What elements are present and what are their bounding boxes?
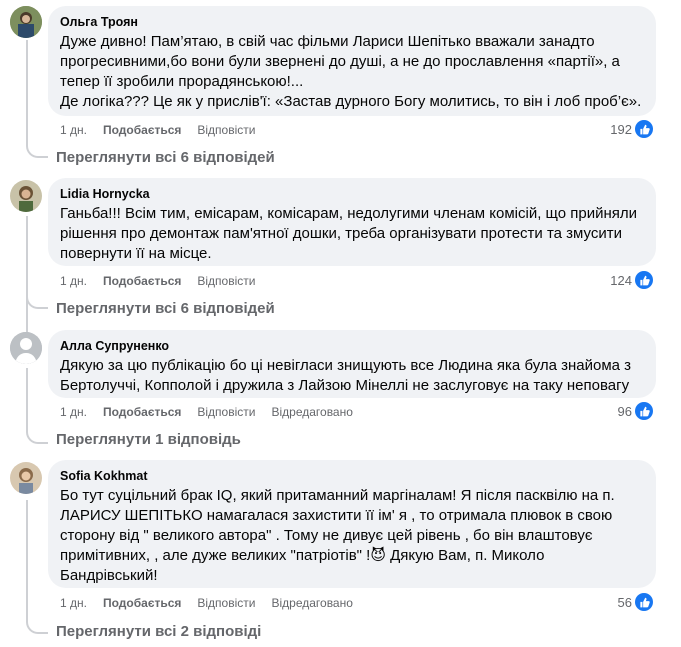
reaction-count[interactable]: 96 bbox=[618, 402, 653, 420]
thread-line bbox=[26, 368, 28, 430]
like-button[interactable]: Подобається bbox=[103, 595, 181, 611]
comment-actions: 1 дн. Подобається Відповісти bbox=[60, 122, 255, 138]
reaction-count-value: 56 bbox=[617, 594, 632, 610]
thread-line bbox=[26, 216, 28, 340]
like-button[interactable]: Подобається bbox=[103, 404, 181, 420]
thread-connector bbox=[26, 620, 48, 634]
user-silhouette-icon[interactable] bbox=[10, 332, 42, 364]
comment-time[interactable]: 1 дн. bbox=[60, 273, 87, 289]
comment-time[interactable]: 1 дн. bbox=[60, 122, 87, 138]
reply-button[interactable]: Відповісти bbox=[197, 595, 255, 611]
comment-bubble: Алла Супруненко Дякую за цю публікацію б… bbox=[48, 330, 656, 398]
reply-button[interactable]: Відповісти bbox=[197, 122, 255, 138]
reaction-count[interactable]: 124 bbox=[610, 271, 653, 289]
comment-author[interactable]: Sofia Kokhmat bbox=[60, 468, 644, 484]
comment-text: Дуже дивно! Пам’ятаю, в свій час фільми … bbox=[60, 33, 642, 110]
comment-bubble: Ольга Троян Дуже дивно! Пам’ятаю, в свій… bbox=[48, 6, 656, 116]
reaction-count[interactable]: 56 bbox=[618, 593, 653, 611]
comment-bubble: Lidia Hornycka Ганьба!!! Всім тим, еміса… bbox=[48, 178, 656, 266]
reaction-count-value: 96 bbox=[617, 403, 632, 419]
edited-label: Відредаговано bbox=[271, 596, 353, 610]
reply-button[interactable]: Відповісти bbox=[197, 273, 255, 289]
thread-line bbox=[26, 40, 28, 144]
comment-author[interactable]: Lidia Hornycka bbox=[60, 186, 644, 202]
avatar[interactable] bbox=[10, 6, 42, 38]
thumbs-up-icon bbox=[635, 120, 653, 138]
thumbs-up-icon bbox=[635, 402, 653, 420]
comment-text: Дякую за цю публікацію бо ці невігласи з… bbox=[60, 357, 632, 394]
comment-actions: 1 дн. Подобається Відповісти Відредагова… bbox=[60, 404, 353, 420]
comment-time[interactable]: 1 дн. bbox=[60, 595, 87, 611]
comment-bubble: Sofia Kokhmat Бо тут суцільний брак IQ, … bbox=[48, 460, 656, 588]
thread-connector bbox=[26, 430, 48, 444]
thread-line bbox=[26, 500, 28, 620]
like-button[interactable]: Подобається bbox=[103, 122, 181, 138]
avatar[interactable] bbox=[10, 462, 42, 494]
comment-text: Ганьба!!! Всім тим, емісарам, комісарам,… bbox=[60, 205, 637, 262]
view-replies-link[interactable]: Переглянути всі 2 відповіді bbox=[56, 622, 261, 642]
comment-actions: 1 дн. Подобається Відповісти bbox=[60, 273, 255, 289]
like-button[interactable]: Подобається bbox=[103, 273, 181, 289]
comment-time[interactable]: 1 дн. bbox=[60, 404, 87, 420]
edited-label: Відредаговано bbox=[271, 405, 353, 419]
reply-button[interactable]: Відповісти bbox=[197, 404, 255, 420]
reaction-count-value: 192 bbox=[610, 121, 632, 137]
reaction-count[interactable]: 192 bbox=[610, 120, 653, 138]
view-replies-link[interactable]: Переглянути 1 відповідь bbox=[56, 430, 241, 450]
thread-connector bbox=[26, 295, 48, 309]
comment-text: Бо тут суцільний брак IQ, який притаманн… bbox=[60, 487, 615, 584]
avatar[interactable] bbox=[10, 180, 42, 212]
thumbs-up-icon bbox=[635, 271, 653, 289]
thumbs-up-icon bbox=[635, 593, 653, 611]
comment-author[interactable]: Ольга Троян bbox=[60, 14, 644, 30]
reaction-count-value: 124 bbox=[610, 272, 632, 288]
comment-actions: 1 дн. Подобається Відповісти Відредагова… bbox=[60, 595, 353, 611]
comment-author[interactable]: Алла Супруненко bbox=[60, 338, 644, 354]
view-replies-link[interactable]: Переглянути всі 6 відповідей bbox=[56, 148, 275, 168]
view-replies-link[interactable]: Переглянути всі 6 відповідей bbox=[56, 299, 275, 319]
thread-connector bbox=[26, 144, 48, 158]
